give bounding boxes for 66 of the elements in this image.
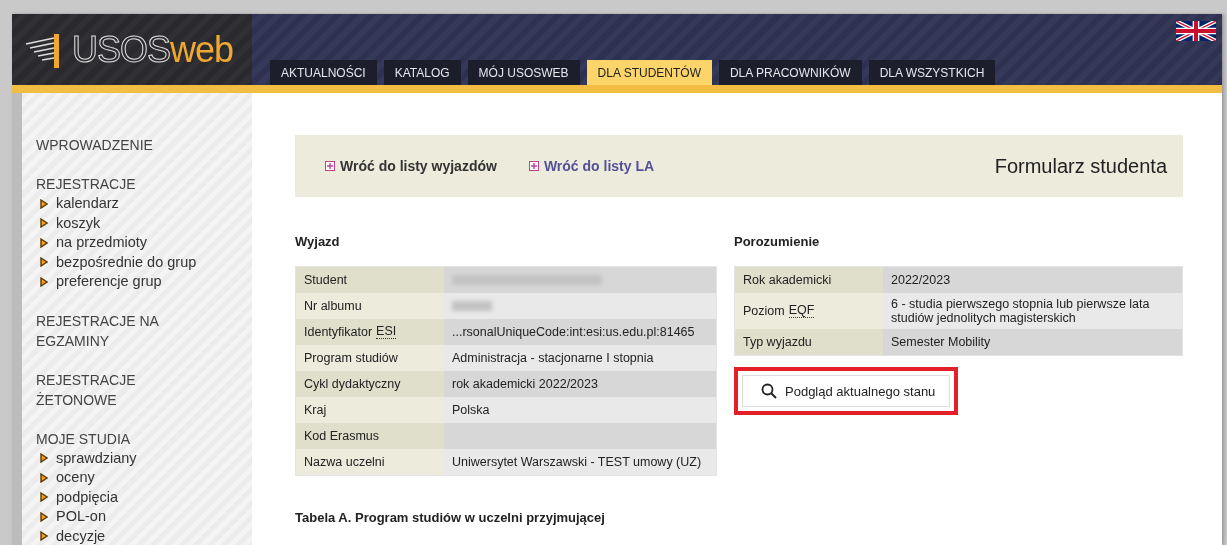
sidebar-link[interactable]: kalendarz (56, 194, 119, 214)
bullet-icon (40, 531, 48, 542)
sidebar-section-link[interactable]: WPROWADZENIE (36, 135, 196, 155)
sidebar-link[interactable]: koszyk (56, 213, 101, 233)
plus-icon (325, 161, 335, 171)
row-label: Rok akademicki (743, 273, 832, 287)
sidebar-link[interactable]: oceny (56, 468, 95, 488)
row-label: Nazwa uczelni (304, 455, 385, 469)
sidebar-link[interactable]: podpięcia (56, 487, 119, 507)
bullet-icon (40, 237, 48, 248)
value-cell: 6 - studia pierwszego stopnia lub pierwsze lata studiów jednolitych magisterskich (883, 293, 1182, 329)
page-title: Formularz studenta (994, 154, 1167, 178)
row-label: Cykl dydaktyczny (304, 377, 401, 391)
nav-tab[interactable]: DLA PRACOWNIKÓW (718, 60, 862, 85)
search-icon (761, 383, 777, 399)
nav-tab[interactable]: DLA WSZYSTKICH (868, 60, 996, 85)
nav-tab[interactable]: AKTUALNOŚCI (270, 60, 377, 85)
value-cell: ...rsonalUniqueCode:int:esi:us.edu.pl:81465 (444, 319, 716, 345)
nav-tab[interactable]: MÓJ USOSWEB (467, 60, 580, 85)
bullet-icon (40, 257, 48, 268)
blurred-text (452, 301, 492, 311)
flag-icon (1176, 21, 1216, 41)
sidebar-link[interactable]: preferencje grup (56, 272, 162, 292)
row-label: Nr albumu (304, 299, 362, 313)
plus-icon (528, 161, 539, 171)
section-heading: Porozumienie (734, 233, 821, 251)
abbreviation: EQF (788, 304, 815, 318)
value-cell: Polska (444, 397, 716, 423)
bullet-icon (40, 218, 48, 229)
row-label: Kod Erasmus (304, 429, 380, 443)
value-cell: Administracja - stacjonarne I stopnia (444, 345, 716, 371)
bullet-icon (40, 453, 48, 464)
bullet-icon (40, 511, 48, 522)
sidebar-section-link[interactable]: REJESTRACJE NA EGZAMINY (36, 310, 196, 351)
value-cell: rok akademicki 2022/2023 (444, 371, 716, 397)
value-cell: Uniwersytet Warszawski - TEST umowy (UZ) (444, 449, 716, 475)
bullet-icon (40, 276, 48, 287)
value-cell: Semester Mobility (883, 329, 1182, 355)
sidebar-link[interactable]: na przedmioty (56, 233, 148, 253)
bullet-icon (40, 492, 48, 503)
logo-wordmark-accent: web (170, 28, 234, 71)
sidebar-section-link[interactable]: REJESTRACJE ŻETONOWE (36, 369, 196, 410)
sidebar-link[interactable]: sprawdziany (56, 448, 137, 468)
sidebar-link[interactable]: POL-on (56, 507, 106, 527)
logo-wordmark: USOS (72, 28, 171, 71)
nav-tab[interactable]: KATALOG (383, 60, 461, 85)
back-link[interactable]: Wróć do listy LA (528, 158, 655, 174)
section-heading: Wyjazd (295, 233, 341, 251)
bullet-icon (40, 472, 48, 483)
row-label: Poziom (743, 304, 785, 318)
abbreviation: ESI (376, 325, 397, 339)
row-label: Student (304, 273, 348, 287)
table-heading: Tabela A. Program studiów w uczelni przyjmującej (295, 510, 606, 525)
sidebar-link[interactable]: decyzje (56, 526, 106, 545)
sidebar-section-link[interactable]: MOJE STUDIA (36, 428, 196, 449)
row-label: Typ wyjazdu (743, 335, 812, 349)
row-label: Identyfikator (304, 325, 373, 339)
bullet-icon (40, 198, 48, 209)
back-link[interactable]: Wróć do listy wyjazdów (325, 158, 497, 174)
value-cell: 2022/2023 (883, 267, 1182, 293)
nav-tab[interactable]: DLA STUDENTÓW (586, 60, 712, 85)
row-label: Program studiów (304, 351, 398, 365)
preview-button[interactable]: Podgląd aktualnego stanu (742, 375, 951, 407)
sidebar-link[interactable]: bezpośrednie do grup (56, 252, 197, 272)
row-label: Kraj (304, 403, 327, 417)
sidebar-section-link[interactable]: REJESTRACJE (36, 174, 196, 194)
